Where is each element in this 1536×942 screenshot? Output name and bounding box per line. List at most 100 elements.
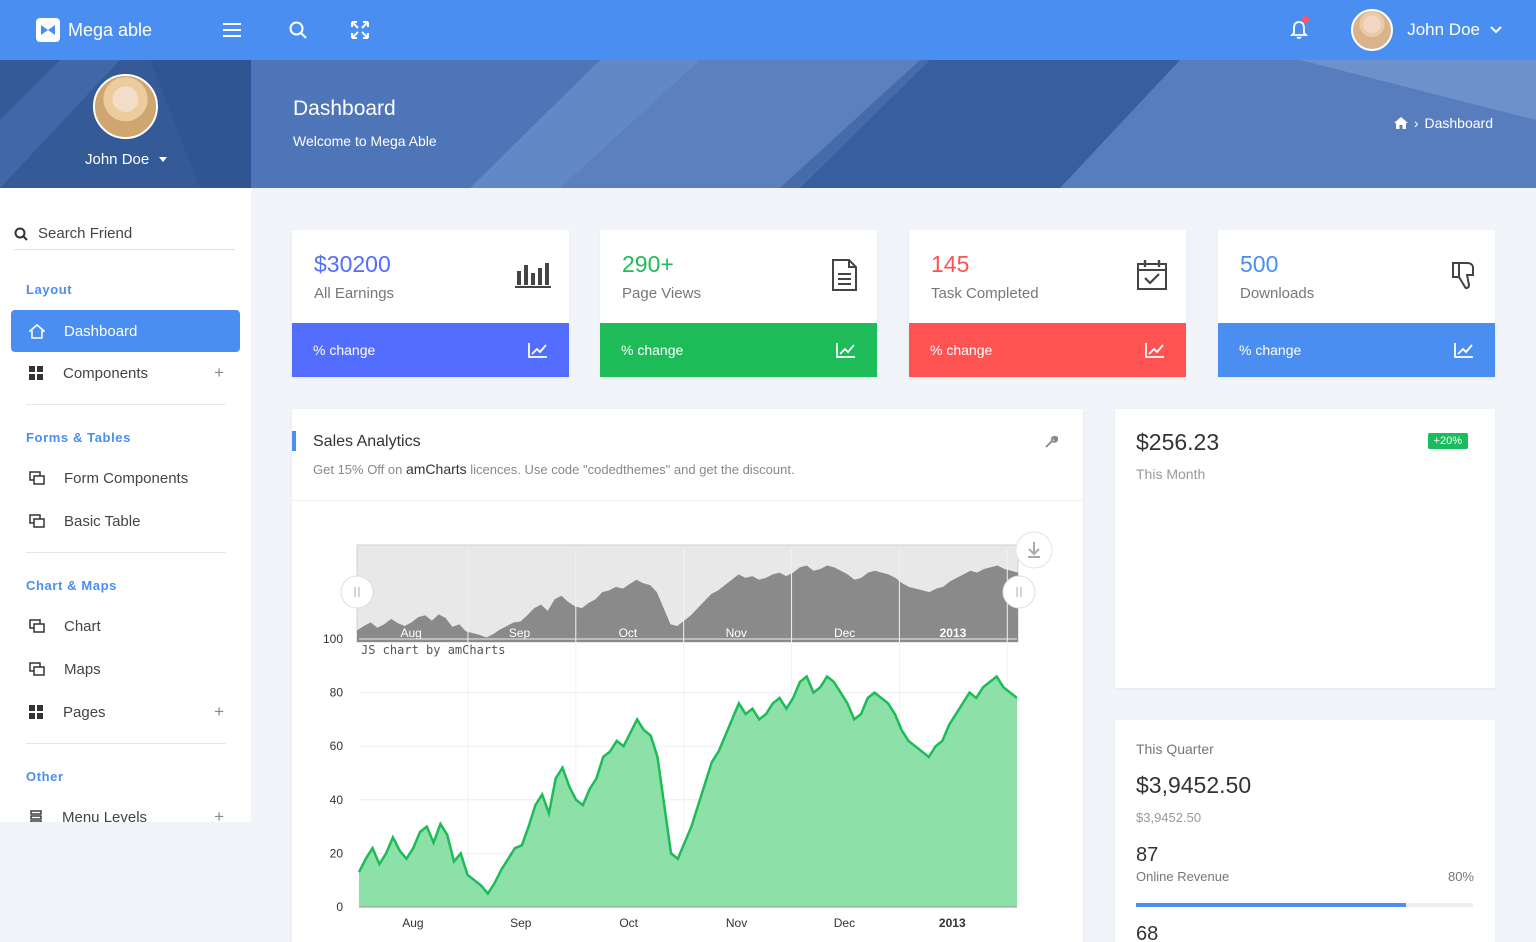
x-tick-label: Sep [510, 916, 532, 930]
navigator-grip-handle [340, 575, 374, 609]
menu-levels-icon [30, 810, 42, 822]
navigator-tick-label: Sep [509, 626, 531, 640]
online-revenue-label: Online Revenue [1136, 869, 1230, 884]
sidebar-divider [26, 743, 226, 744]
quarter-subvalue: $3,9452.50 [1136, 810, 1202, 825]
fullscreen-icon[interactable] [348, 18, 372, 42]
page-subtitle: Welcome to Mega Able [293, 133, 437, 149]
amcharts-credit: JS chart by amCharts [361, 643, 506, 657]
search-icon [14, 227, 28, 241]
chevron-down-icon[interactable] [1490, 21, 1502, 39]
sidebar-divider [26, 552, 226, 553]
sidebar-item-basic-table[interactable]: Basic Table [11, 500, 240, 542]
sidebar-item-label: Basic Table [64, 512, 141, 530]
sidebar-item-maps[interactable]: Maps [11, 648, 240, 690]
change-badge: +20% [1427, 433, 1468, 449]
section-title-other: Other [26, 769, 64, 784]
expand-plus-icon[interactable]: + [214, 807, 224, 822]
app-logo[interactable]: Mega able [36, 18, 211, 42]
search-icon[interactable] [286, 18, 310, 42]
sidebar-item-label: Menu Levels [62, 808, 148, 823]
stat-value: $30200 [314, 251, 391, 277]
breadcrumb: › Dashboard [1393, 115, 1494, 131]
sidebar-divider [26, 404, 226, 405]
sidebar-item-components[interactable]: Components + [11, 352, 240, 394]
stat-label: Downloads [1240, 285, 1315, 302]
logo-icon [36, 18, 60, 42]
quarter-value: $3,9452.50 [1136, 772, 1252, 798]
sidebar-item-label: Pages [63, 703, 106, 721]
sales-area-chart[interactable]: 0 20 40 60 80 100 Aug Aug Sep Sep Oct Oct Nov Nov Dec D… [292, 502, 1083, 942]
sales-analytics-header: Sales Analytics Get 15% Off on amCharts … [292, 409, 1083, 501]
trend-chart-icon [836, 343, 855, 358]
bar-chart-icon [515, 259, 551, 294]
month-value: $256.23 [1136, 429, 1220, 455]
wrench-icon[interactable] [1044, 435, 1059, 454]
x-tick-label: Nov [726, 916, 747, 930]
notification-bell-icon[interactable] [1287, 16, 1311, 42]
page-title: Dashboard [293, 97, 396, 120]
profile-avatar[interactable] [93, 74, 158, 139]
thumbs-down-icon [1447, 259, 1477, 296]
breadcrumb-dashboard[interactable]: Dashboard [1425, 115, 1494, 131]
window-icon [29, 662, 45, 676]
hamburger-menu-icon[interactable] [220, 18, 244, 42]
stat-footer-label: % change [930, 342, 993, 358]
profile-name-dropdown[interactable]: John Doe [85, 151, 168, 168]
sidebar-item-form-components[interactable]: Form Components [11, 457, 240, 499]
navigator-tick-label: Aug [401, 626, 422, 640]
search-friend-placeholder: Search Friend [38, 225, 133, 242]
grid-icon [29, 365, 43, 380]
stat-card-page-views: 290+ Page Views % change [600, 230, 877, 377]
profile-name: John Doe [85, 151, 150, 168]
expand-plus-icon[interactable]: + [214, 363, 224, 383]
x-tick-label: 2013 [939, 916, 966, 930]
search-friend-field[interactable]: Search Friend [14, 218, 235, 250]
stat-label: Page Views [622, 285, 701, 302]
stat-value: 145 [931, 251, 970, 277]
home-icon [29, 323, 45, 339]
sidebar-item-chart[interactable]: Chart [11, 605, 240, 647]
navigator-tick-label: 2013 [940, 626, 967, 640]
desc-brand[interactable]: amCharts [406, 461, 467, 477]
page-header-banner: John Doe Dashboard Welcome to Mega Able … [0, 60, 1536, 188]
sidebar-item-menu-levels[interactable]: Menu Levels + [11, 796, 240, 822]
sidebar-item-label: Components [63, 364, 149, 382]
profile-panel: John Doe [0, 60, 251, 188]
x-tick-label: Oct [619, 916, 638, 930]
home-icon[interactable] [1393, 117, 1408, 129]
top-navbar: Mega able John Doe [0, 0, 1536, 60]
breadcrumb-separator: › [1413, 115, 1419, 131]
sidebar-item-pages[interactable]: Pages + [11, 691, 240, 733]
stat-footer[interactable]: % change [600, 323, 877, 377]
trend-chart-icon [1454, 343, 1473, 358]
window-icon [29, 471, 45, 485]
trend-chart-icon [1145, 343, 1164, 358]
stat-footer[interactable]: % change [1218, 323, 1495, 377]
sales-analytics-card: Sales Analytics Get 15% Off on amCharts … [292, 409, 1083, 942]
caret-down-icon [159, 157, 168, 162]
y-tick-label: 20 [330, 846, 344, 860]
expand-plus-icon[interactable]: + [214, 702, 224, 722]
stat-card-downloads: 500 Downloads % change [1218, 230, 1495, 377]
stat-label: Task Completed [931, 285, 1039, 302]
desc-prefix: Get 15% Off on [313, 462, 406, 477]
stat-footer[interactable]: % change [292, 323, 569, 377]
sales-analytics-title: Sales Analytics [313, 433, 421, 450]
online-revenue-progress [1136, 903, 1473, 907]
app-name: Mega able [68, 19, 153, 40]
online-revenue-percent: 80% [1447, 869, 1474, 884]
stat-card-tasks: 145 Task Completed % change [909, 230, 1186, 377]
stat-footer[interactable]: % change [909, 323, 1186, 377]
y-tick-label: 100 [323, 632, 343, 646]
y-tick-label: 0 [336, 900, 343, 914]
topbar-user-name[interactable]: John Doe [1407, 20, 1480, 40]
user-avatar[interactable] [1351, 9, 1394, 51]
section-title-charts: Chart & Maps [26, 578, 117, 593]
stat-footer-label: % change [621, 342, 684, 358]
y-tick-label: 40 [330, 793, 344, 807]
online-revenue-count: 87 [1136, 844, 1159, 866]
this-quarter-card: This Quarter $3,9452.50 $3,9452.50 87 On… [1115, 720, 1495, 942]
sidebar-item-label: Maps [64, 660, 101, 678]
sidebar-item-dashboard[interactable]: Dashboard [11, 310, 240, 352]
